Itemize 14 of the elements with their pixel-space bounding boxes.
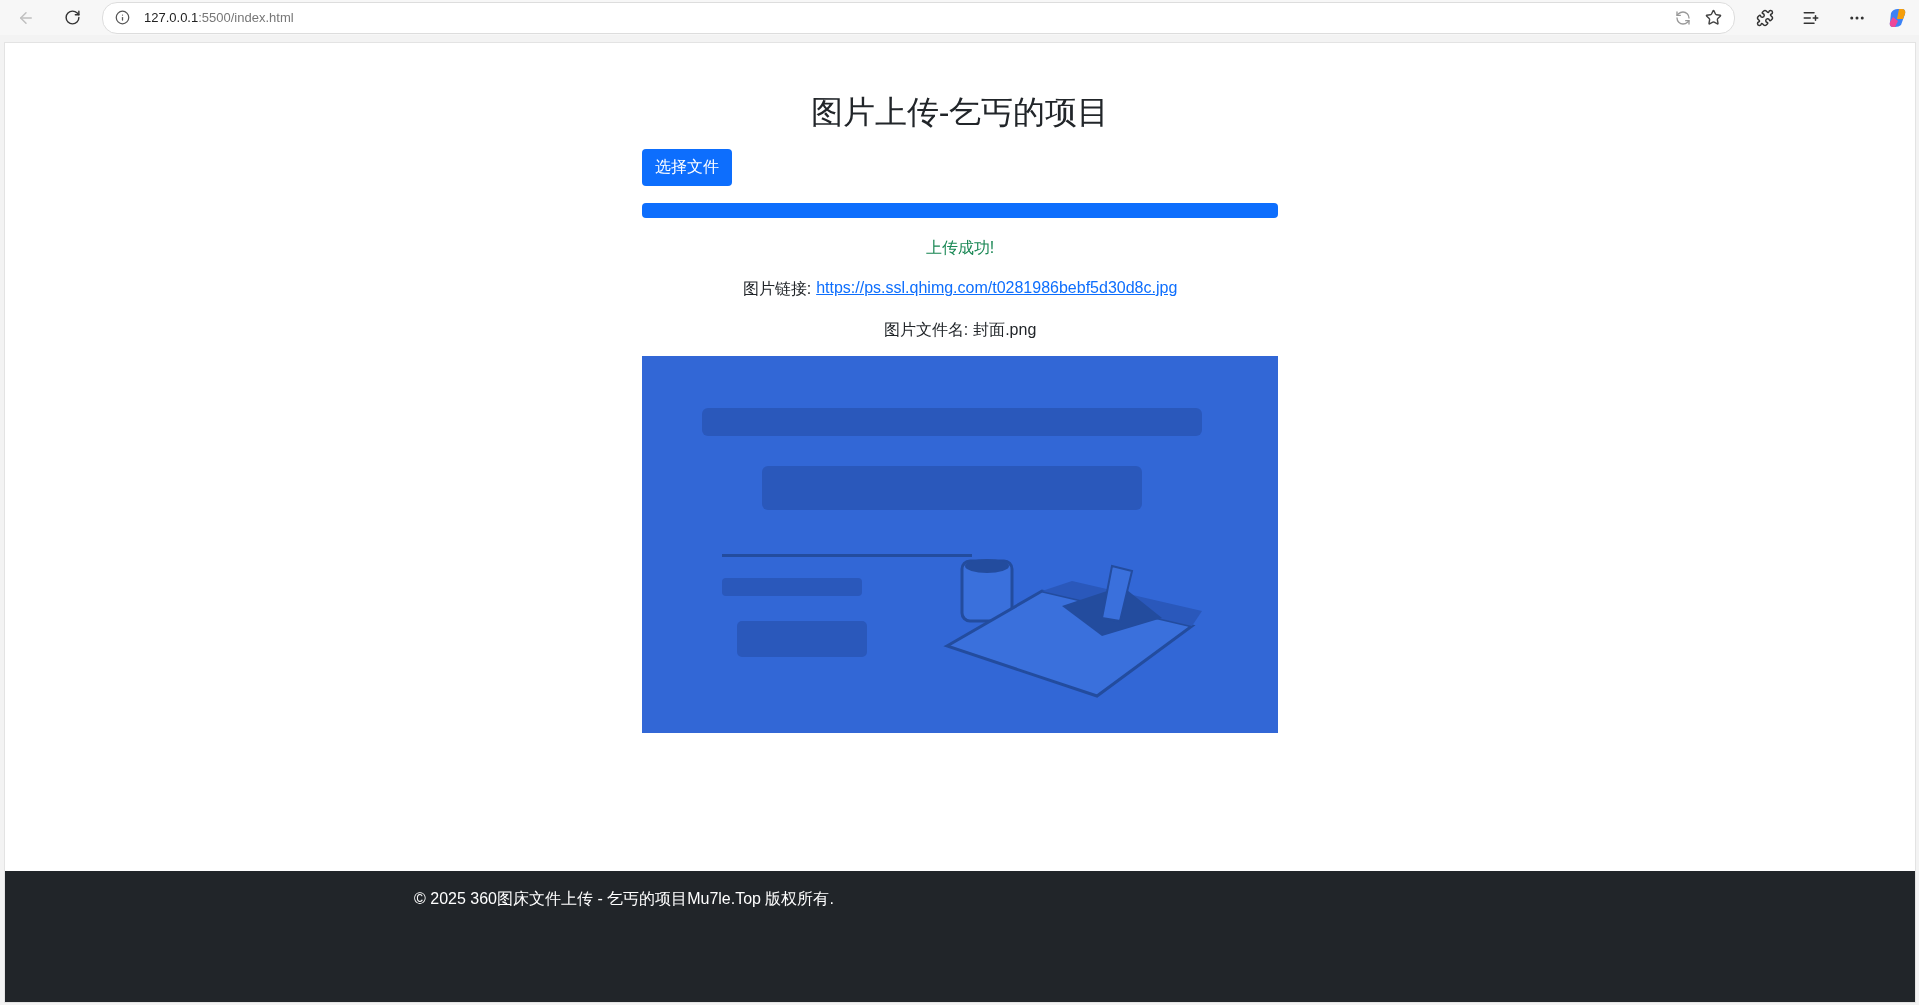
info-icon[interactable] (115, 10, 130, 25)
page-title: 图片上传-乞丐的项目 (809, 93, 1111, 132)
star-icon[interactable] (1705, 9, 1722, 26)
address-bar[interactable]: 127.0.0.1:5500/index.html (102, 1, 1735, 34)
image-link[interactable]: https://ps.ssl.qhimg.com/t0281986bebf5d30d8c.jpg (816, 279, 1178, 300)
upload-status: 上传成功! (924, 238, 996, 258)
choose-file-button[interactable]: 选择文件 (642, 149, 732, 186)
sync-icon[interactable] (1675, 9, 1691, 26)
filename: 封面.png (973, 320, 1037, 340)
link-label: 图片链接: (742, 279, 812, 299)
url-path: :5500/index.html (198, 10, 294, 25)
copyright-text: © 2025 360图床文件上传 - 乞丐的项目Mu7le.Top 版权所有. (414, 890, 834, 907)
url-host: 127.0.0.1 (144, 10, 199, 25)
filename-label: 图片文件名: (883, 320, 969, 340)
